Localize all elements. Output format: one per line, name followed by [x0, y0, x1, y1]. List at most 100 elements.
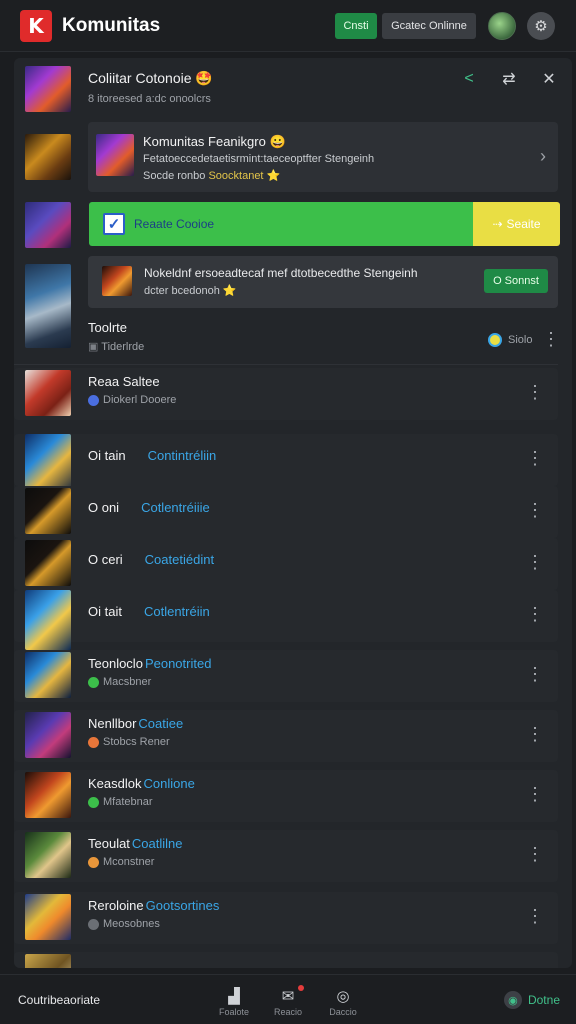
- more-icon[interactable]: ⋮: [526, 553, 544, 571]
- row-status-link[interactable]: Sale: [161, 966, 187, 968]
- row-status-link[interactable]: Coatetiédint: [145, 552, 214, 567]
- row-subtitle-text: Meosobnes: [103, 918, 160, 930]
- status-icon: [88, 736, 99, 748]
- row-title-text: O ceri: [88, 552, 123, 567]
- more-icon[interactable]: ⋮: [542, 330, 560, 348]
- row-status-link[interactable]: Peonotrited: [145, 656, 212, 671]
- more-icon[interactable]: ⋮: [526, 501, 544, 519]
- row-status-link[interactable]: Cotlentréiiie: [141, 500, 210, 515]
- list-item[interactable]: O ceri Coatetiédint ⋮: [14, 538, 558, 590]
- status-badge: [488, 333, 502, 347]
- bottom-nav: Coutribeaoriate ▟ Foalote ✉ Reacio ◎ Dac…: [0, 974, 576, 1024]
- row-subtitle-text: Mconstner: [103, 856, 155, 868]
- share-icon[interactable]: <: [460, 70, 478, 88]
- row-title-text: Oi tait: [88, 604, 122, 619]
- list-item[interactable]: Reaa Saltee Diokerl Dooere ⋮: [14, 368, 558, 420]
- row-subtitle: Macsbner: [88, 676, 151, 688]
- nav-label: Daccio: [329, 1007, 357, 1017]
- row-status-link[interactable]: Coatlilne: [132, 836, 183, 851]
- nav-label: Foalote: [218, 1007, 250, 1017]
- more-icon[interactable]: ⋮: [526, 785, 544, 803]
- list-item[interactable]: Oi tait Cotlentréiin ⋮: [14, 590, 558, 650]
- more-icon[interactable]: ⋮: [526, 725, 544, 743]
- list-item[interactable]: Keasdlok Conlione Mfatebnar ⋮: [14, 770, 558, 822]
- list-item[interactable]: Teonloclo Peonotrited Macsbner ⋮: [14, 650, 558, 702]
- more-icon[interactable]: ⋮: [526, 605, 544, 623]
- star-icon: ⭐: [222, 285, 237, 297]
- row-title-text: Oi tain: [88, 448, 126, 463]
- chevron-right-icon[interactable]: ›: [540, 146, 546, 167]
- link-icon: ⇢: [492, 217, 503, 231]
- row-status-link[interactable]: Cotlentréiin: [144, 604, 210, 619]
- row-status-link[interactable]: Coatiee: [138, 716, 183, 731]
- row-title-text: Teonloclo: [88, 656, 143, 671]
- selected-row-action-label: Seaite: [506, 217, 541, 231]
- nav-item-explore[interactable]: ◎ Daccio: [323, 987, 363, 1017]
- notification-dot: [298, 985, 304, 991]
- row-title-text: Keasdlok: [88, 776, 142, 791]
- list-item[interactable]: Nenllbor Coatiee Stobcs Rener ⋮: [14, 710, 558, 762]
- row-title-text: Nenllbor: [88, 716, 137, 731]
- nav-item-home[interactable]: ▟ Foalote: [214, 987, 254, 1017]
- selected-row-action-button[interactable]: ⇢ Seaite: [473, 202, 560, 246]
- status-icon: [88, 676, 99, 688]
- row-thumbnail: [25, 894, 71, 940]
- row-thumbnail: [25, 590, 71, 650]
- row-thumbnail: [25, 954, 71, 968]
- notification-card[interactable]: Komunitas Feanikgro 😀 Fetatoeccedetaetis…: [88, 122, 558, 192]
- list-item[interactable]: Reroloine Gootsortines Meosobnes ⋮: [14, 892, 558, 944]
- row-subtitle-text: Mfatebnar: [103, 796, 153, 808]
- section-right-text: Siolo: [508, 334, 533, 346]
- app-title: Komunitas: [62, 15, 161, 36]
- close-icon[interactable]: ✕: [540, 70, 558, 88]
- list-item[interactable]: Oi tain Contintréliin ⋮: [14, 434, 558, 494]
- user-avatar[interactable]: [488, 12, 516, 40]
- list-item[interactable]: Rarnlces Sale: [14, 952, 558, 968]
- check-icon[interactable]: ✓: [103, 213, 125, 235]
- notice-line2: dcter bcedonoh ⭐: [144, 284, 237, 297]
- selected-thumbnail: [25, 202, 71, 248]
- more-icon[interactable]: ⋮: [526, 449, 544, 467]
- more-icon[interactable]: ⋮: [526, 383, 544, 401]
- row-subtitle: Meosobnes: [88, 918, 160, 930]
- online-button[interactable]: Gcatec Onlinne: [382, 13, 476, 39]
- notification-title: Komunitas Feanikgro 😀: [143, 134, 286, 149]
- notification-thumbnail: [25, 134, 71, 180]
- swap-icon[interactable]: ⇄: [500, 70, 518, 88]
- bottom-nav-right[interactable]: ◉ Dotne: [503, 991, 560, 1009]
- nav-item-mail[interactable]: ✉ Reacio: [268, 985, 308, 1017]
- more-icon[interactable]: ⋮: [526, 907, 544, 925]
- more-icon[interactable]: ⋮: [526, 665, 544, 683]
- bottom-nav-left-label[interactable]: Coutribeaoriate: [18, 993, 100, 1007]
- row-title: Keasdlok Conlione: [88, 776, 195, 791]
- gear-icon[interactable]: ⚙: [527, 12, 555, 40]
- list-item[interactable]: Teoulat Coatlilne Mconstner ⋮: [14, 830, 558, 882]
- primary-button[interactable]: Cnsti: [335, 13, 377, 39]
- row-title-text: O oni: [88, 500, 120, 515]
- row-status-link[interactable]: Conlione: [143, 776, 194, 791]
- notification-line1: Fetatoeccedetaetisrmint:taeceoptfter Ste…: [143, 153, 375, 165]
- row-title-text: Reaa Saltee: [88, 374, 160, 389]
- row-subtitle: Stobcs Rener: [88, 736, 170, 748]
- panel-header: Coliitar Cotonoie 🤩 8 itoreesed a:dc ono…: [14, 58, 572, 124]
- list-item[interactable]: O oni Cotlentréiiie ⋮: [14, 486, 558, 538]
- row-subtitle-text: Stobcs Rener: [103, 736, 170, 748]
- status-icon: [88, 394, 99, 406]
- header-thumbnail: [25, 66, 71, 112]
- row-subtitle: Diokerl Dooere: [88, 394, 176, 406]
- notice-button[interactable]: O Sonnst: [484, 269, 548, 293]
- row-title: Oi tain Contintréliin: [88, 448, 216, 463]
- row-status-link[interactable]: Gootsortines: [146, 898, 220, 913]
- row-status-link[interactable]: Contintréliin: [148, 448, 217, 463]
- row-title: Rarnlces Sale: [88, 966, 187, 968]
- row-thumbnail: [25, 370, 71, 416]
- section-subtitle-text: Tiderlrde: [101, 341, 145, 353]
- app-logo[interactable]: K: [20, 10, 52, 42]
- notice-card[interactable]: Nokeldnf ersoeadtecaf mef dtotbecedthe S…: [88, 256, 558, 308]
- community-panel: Coliitar Cotonoie 🤩 8 itoreesed a:dc ono…: [14, 58, 572, 968]
- status-icon: [88, 796, 99, 808]
- row-title-text: Teoulat: [88, 836, 130, 851]
- notification-line2-text: Socde ronbo: [143, 170, 206, 182]
- more-icon[interactable]: ⋮: [526, 845, 544, 863]
- status-icon: [88, 856, 99, 868]
